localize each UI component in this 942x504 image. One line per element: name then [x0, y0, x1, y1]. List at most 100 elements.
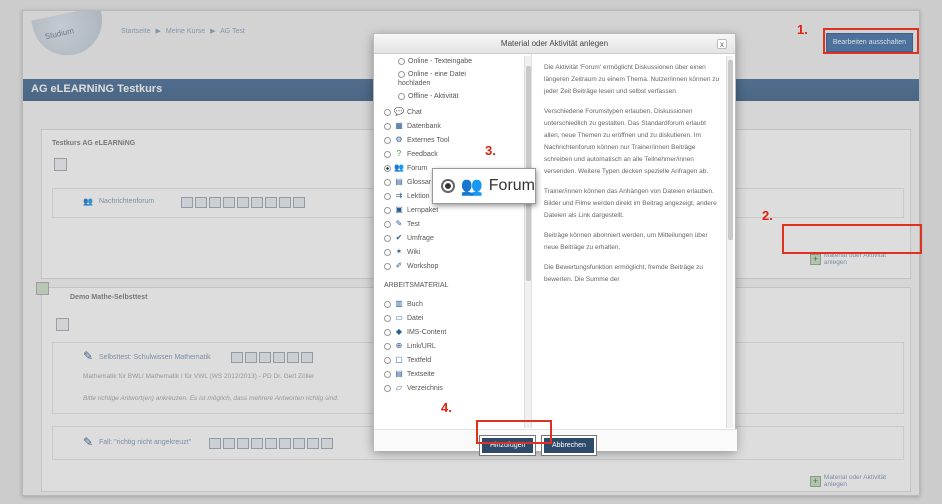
- add-activity-link[interactable]: + Material oder Aktivität anlegen: [810, 474, 910, 488]
- activity-option[interactable]: ⇉ Lektion: [384, 191, 430, 201]
- workshop-icon: ✐: [395, 261, 403, 270]
- resource-option[interactable]: ⊕ Link/URL: [384, 341, 436, 351]
- resource-option[interactable]: ▥ Buch: [384, 299, 423, 309]
- edit-title-icon[interactable]: [231, 352, 243, 363]
- activity-edit-toolbar: [231, 352, 313, 363]
- activity-option[interactable]: ▦ Datenbank: [384, 121, 441, 131]
- activity-option-forum[interactable]: 👥 Forum: [384, 163, 427, 173]
- move-icon[interactable]: [209, 197, 221, 208]
- case-link[interactable]: Fall: "richtig nicht angekreuzt": [99, 439, 191, 446]
- move-icon[interactable]: [259, 352, 271, 363]
- duplicate-icon[interactable]: [287, 352, 299, 363]
- edit-icon[interactable]: [223, 197, 235, 208]
- scroll-thumb[interactable]: [728, 60, 733, 240]
- breadcrumb-course[interactable]: AG Test: [220, 28, 245, 35]
- radio-button[interactable]: [384, 262, 391, 270]
- radio-button[interactable]: [384, 248, 391, 256]
- resource-option[interactable]: ▭ Datei: [384, 313, 423, 323]
- hide-icon[interactable]: [265, 197, 277, 208]
- radio-button[interactable]: [384, 234, 391, 242]
- edit-title-icon[interactable]: [209, 438, 221, 449]
- move-right-icon[interactable]: [245, 352, 257, 363]
- activity-option[interactable]: ▣ Lernpaket: [384, 205, 438, 215]
- delete-icon[interactable]: [251, 197, 263, 208]
- radio-button[interactable]: [384, 356, 391, 364]
- radio-button[interactable]: [384, 384, 391, 392]
- edit-summary-icon[interactable]: [54, 158, 67, 171]
- expand-icon[interactable]: [36, 282, 49, 295]
- activity-option[interactable]: Online - eine Datei: [398, 71, 466, 78]
- edit-icon[interactable]: [251, 438, 263, 449]
- label-icon: ▢: [395, 355, 403, 364]
- breadcrumb-home[interactable]: Startseite: [121, 28, 151, 35]
- duplicate-icon[interactable]: [237, 197, 249, 208]
- breadcrumb-my-courses[interactable]: Meine Kurse: [166, 28, 205, 35]
- radio-button[interactable]: [384, 122, 391, 130]
- move-right-icon[interactable]: [223, 438, 235, 449]
- radio-button[interactable]: [384, 178, 391, 186]
- activity-option[interactable]: 💬 Chat: [384, 107, 422, 117]
- callout-label: Forum: [488, 177, 535, 194]
- radio-button[interactable]: [384, 314, 391, 322]
- radio-button-selected[interactable]: [384, 164, 391, 172]
- resource-option[interactable]: ▤ Textseite: [384, 369, 435, 379]
- activity-option[interactable]: ▤ Glossar: [384, 177, 431, 187]
- delete-icon[interactable]: [279, 438, 291, 449]
- activity-option[interactable]: ? Feedback: [384, 149, 438, 159]
- edit-summary-icon[interactable]: [56, 318, 69, 331]
- dialog-footer: Hinzufügen Abbrechen: [374, 429, 737, 455]
- radio-button[interactable]: [384, 108, 391, 116]
- radio-button[interactable]: [398, 58, 405, 65]
- radio-button[interactable]: [384, 150, 391, 158]
- close-icon[interactable]: x: [717, 39, 727, 49]
- duplicate-icon[interactable]: [265, 438, 277, 449]
- quiz-info: Mathematik für BWL/ Mathematik I für VWL…: [83, 373, 315, 380]
- option-label: Link/URL: [407, 342, 436, 350]
- section-title: Demo Mathe-Selbsttest: [70, 294, 148, 301]
- radio-button[interactable]: [384, 192, 391, 200]
- breadcrumb: Startseite ▶ Meine Kurse ▶ AG Test: [121, 27, 248, 35]
- activity-option[interactable]: ✐ Workshop: [384, 261, 438, 271]
- radio-button[interactable]: [384, 328, 391, 336]
- radio-button[interactable]: [398, 93, 405, 100]
- move-right-icon[interactable]: [195, 197, 207, 208]
- radio-button-selected: [441, 179, 455, 193]
- resource-option[interactable]: ◆ IMS-Content: [384, 327, 446, 337]
- activity-option[interactable]: ✶ Wiki: [384, 247, 420, 257]
- resource-option[interactable]: ▢ Textfeld: [384, 355, 431, 365]
- delete-icon[interactable]: [301, 352, 313, 363]
- radio-button[interactable]: [384, 370, 391, 378]
- option-label: Textfeld: [407, 356, 432, 364]
- add-activity-link[interactable]: + Material oder Aktivität anlegen: [810, 252, 910, 266]
- activity-description: Die Aktivität 'Forum' ermöglicht Diskuss…: [544, 62, 720, 294]
- move-icon[interactable]: [237, 438, 249, 449]
- groups-icon[interactable]: [307, 438, 319, 449]
- quiz-link[interactable]: Selbsttest: Schulwissen Mathematik: [99, 354, 211, 361]
- activity-option[interactable]: ✔ Umfrage: [384, 233, 434, 243]
- forum-link[interactable]: Nachrichtenforum: [99, 198, 154, 205]
- radio-button[interactable]: [384, 342, 391, 350]
- radio-button[interactable]: [384, 300, 391, 308]
- groups-icon[interactable]: [279, 197, 291, 208]
- activity-option[interactable]: ⚙ Externes Tool: [384, 135, 449, 145]
- roles-icon[interactable]: [321, 438, 333, 449]
- quiz-hint: Bitte richtige Antwort(en) ankreuzen. Es…: [83, 395, 339, 402]
- radio-button[interactable]: [384, 220, 391, 228]
- description-scrollbar[interactable]: [726, 56, 733, 428]
- radio-button[interactable]: [398, 71, 405, 78]
- resource-option[interactable]: ▱ Verzeichnis: [384, 383, 443, 393]
- radio-button[interactable]: [384, 206, 391, 214]
- hide-icon[interactable]: [293, 438, 305, 449]
- edit-title-icon[interactable]: [181, 197, 193, 208]
- option-label: Umfrage: [407, 234, 434, 242]
- edit-icon[interactable]: [273, 352, 285, 363]
- activity-option[interactable]: ✎ Test: [384, 219, 420, 229]
- activity-option[interactable]: Offline - Aktivität: [398, 93, 458, 100]
- roles-icon[interactable]: [293, 197, 305, 208]
- option-label: Online - Texteingabe: [408, 58, 473, 65]
- highlight-edit-button: [823, 28, 919, 54]
- activity-edit-toolbar: [209, 438, 333, 449]
- activity-option[interactable]: Online - Texteingabe: [398, 58, 472, 65]
- radio-button[interactable]: [384, 136, 391, 144]
- list-scrollbar[interactable]: [524, 56, 531, 428]
